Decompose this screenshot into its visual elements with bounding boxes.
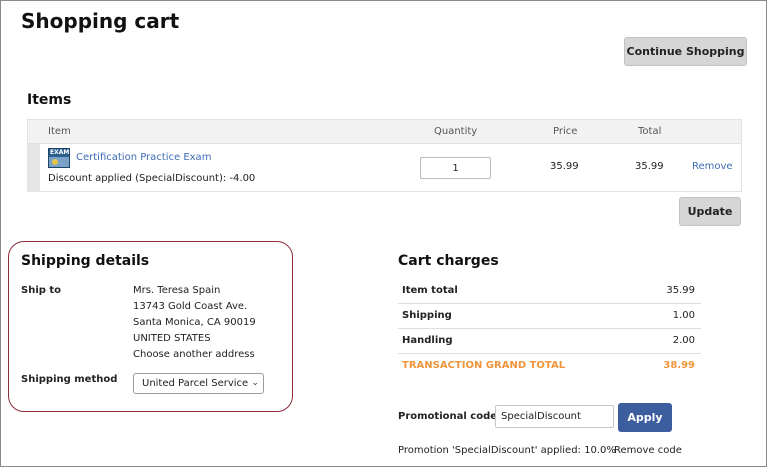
chevron-down-icon: ⌄ xyxy=(251,378,259,388)
remove-item-link[interactable]: Remove xyxy=(692,161,733,172)
item-total: 35.99 xyxy=(635,161,664,172)
charge-label: Handling xyxy=(402,335,453,346)
column-total: Total xyxy=(638,126,662,137)
charge-row-item-total: Item total 35.99 xyxy=(398,279,701,304)
shipping-method-value: United Parcel Service xyxy=(142,378,249,389)
shipping-method-select[interactable]: United Parcel Service ⌄ xyxy=(133,373,264,394)
choose-another-address-link[interactable]: Choose another address xyxy=(133,349,255,360)
item-price: 35.99 xyxy=(550,161,579,172)
column-quantity: Quantity xyxy=(434,126,478,137)
address-country: UNITED STATES xyxy=(133,333,211,344)
shipping-details-title: Shipping details xyxy=(21,253,150,269)
grand-total-label: TRANSACTION GRAND TOTAL xyxy=(402,360,566,371)
address-name: Mrs. Teresa Spain xyxy=(133,285,221,296)
charge-value: 2.00 xyxy=(672,335,695,346)
column-price: Price xyxy=(553,126,578,137)
continue-shopping-button[interactable]: Continue Shopping xyxy=(624,37,747,66)
row-indicator xyxy=(28,144,40,192)
remove-code-link[interactable]: Remove code xyxy=(614,445,682,456)
ship-to-label: Ship to xyxy=(21,285,62,296)
charge-value: 1.00 xyxy=(672,310,695,321)
column-item: Item xyxy=(48,126,71,137)
address-street: 13743 Gold Coast Ave. xyxy=(133,301,248,312)
items-table-header: Item Quantity Price Total xyxy=(28,120,741,144)
update-button[interactable]: Update xyxy=(679,197,741,226)
table-row: EXAM Certification Practice Exam Discoun… xyxy=(28,144,741,192)
charge-row-shipping: Shipping 1.00 xyxy=(398,304,701,329)
promotional-code-label: Promotional code xyxy=(398,411,498,422)
charge-label: Shipping xyxy=(402,310,452,321)
charge-row-handling: Handling 2.00 xyxy=(398,329,701,354)
discount-applied-text: Discount applied (SpecialDiscount): -4.0… xyxy=(48,173,256,184)
promotional-code-input[interactable] xyxy=(495,405,614,428)
promotion-applied-text: Promotion 'SpecialDiscount' applied: 10.… xyxy=(398,445,616,456)
apply-button[interactable]: Apply xyxy=(618,403,672,432)
address-city: Santa Monica, CA 90019 xyxy=(133,317,256,328)
items-table: Item Quantity Price Total EXAM Certifica… xyxy=(27,119,742,192)
exam-product-icon: EXAM xyxy=(48,148,70,168)
shipping-method-label: Shipping method xyxy=(21,374,118,385)
grand-total-row: TRANSACTION GRAND TOTAL 38.99 xyxy=(398,354,701,379)
grand-total-value: 38.99 xyxy=(663,360,695,371)
charge-label: Item total xyxy=(402,285,458,296)
page-title: Shopping cart xyxy=(21,9,180,33)
quantity-input[interactable] xyxy=(420,157,491,179)
exam-icon-label: EXAM xyxy=(50,149,70,156)
cart-charges-title: Cart charges xyxy=(398,253,499,269)
items-title: Items xyxy=(27,92,72,108)
cart-charges-table: Item total 35.99 Shipping 1.00 Handling … xyxy=(398,279,701,379)
product-name-link[interactable]: Certification Practice Exam xyxy=(76,152,211,163)
charge-value: 35.99 xyxy=(666,285,695,296)
